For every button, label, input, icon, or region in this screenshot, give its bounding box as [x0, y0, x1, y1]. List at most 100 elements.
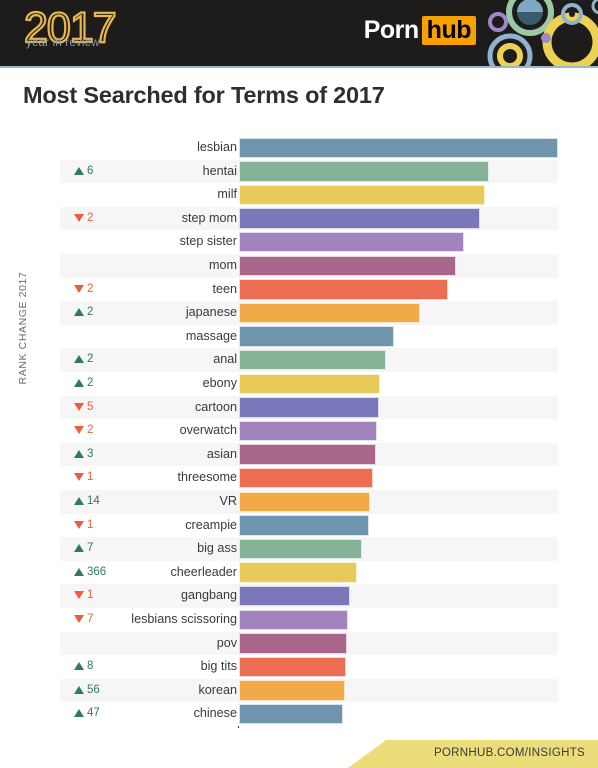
- rank-change-up-indicator: 14: [74, 494, 100, 509]
- rank-change-value: 47: [87, 707, 100, 720]
- table-row: mom: [60, 254, 558, 278]
- triangle-down-icon: [74, 402, 84, 411]
- rank-change-value: 3: [87, 447, 94, 460]
- bar: [239, 161, 489, 182]
- bar: [239, 538, 363, 560]
- triangle-down-icon: [74, 615, 84, 623]
- triangle-up-icon: [74, 709, 84, 718]
- rank-change-value: 366: [87, 565, 107, 578]
- rank-change-value: 56: [87, 683, 100, 696]
- search-term-label: step sister: [179, 234, 237, 249]
- rank-change-value: 14: [87, 495, 100, 507]
- triangle-down-icon: [74, 591, 84, 600]
- year-in-review-logo: 2017: [23, 4, 118, 53]
- page-title: Most Searched for Terms of 2017: [23, 82, 385, 108]
- bar: [239, 420, 378, 442]
- table-row: massage: [60, 324, 558, 349]
- rank-change-value: 1: [87, 589, 94, 602]
- search-term-label: hentai: [202, 163, 237, 178]
- rank-change-value: 8: [87, 660, 94, 673]
- bar: [239, 703, 344, 725]
- bar-chart: RANK CHANGE 2017 lesbian 6 hentai milf 2 step…: [0, 136, 598, 728]
- bar: [239, 444, 376, 465]
- rank-change-down-indicator: 1: [74, 518, 93, 533]
- search-term-label: korean: [198, 682, 237, 697]
- rank-change-down-indicator: 2: [74, 423, 93, 438]
- table-row: 47 chinese: [60, 702, 558, 726]
- triangle-up-icon: [74, 662, 84, 671]
- triangle-up-icon: [74, 685, 84, 694]
- search-term-label: japanese: [185, 305, 237, 320]
- triangle-up-icon: [74, 166, 84, 175]
- table-row: step sister: [60, 230, 558, 254]
- search-term-label: VR: [219, 494, 238, 508]
- rank-change-up-indicator: 366: [74, 565, 106, 580]
- search-term-label: big tits: [200, 659, 237, 674]
- rank-change-value: 2: [87, 353, 94, 366]
- triangle-down-icon: [74, 213, 84, 222]
- table-row: 14 VR: [60, 490, 558, 514]
- triangle-up-icon: [74, 308, 84, 317]
- search-term-label: creampie: [185, 517, 237, 532]
- table-row: 7 lesbians scissoring: [60, 608, 558, 632]
- table-row: 8 big tits: [60, 655, 558, 679]
- table-row: lesbian: [60, 136, 558, 160]
- search-term-label: milf: [217, 187, 237, 202]
- table-row: 56 korean: [60, 678, 558, 703]
- table-row: 7 big ass: [60, 537, 558, 561]
- table-row: pov: [60, 631, 558, 656]
- footer-url: PORNHUB.COM/INSIGHTS: [433, 747, 585, 759]
- rank-change-value: 2: [87, 282, 94, 295]
- bar: [239, 255, 456, 276]
- triangle-up-icon: [74, 497, 84, 505]
- bar: [239, 279, 448, 300]
- triangle-down-icon: [74, 520, 84, 529]
- bar: [239, 349, 387, 371]
- bar: [239, 633, 348, 654]
- rank-change-down-indicator: 1: [74, 588, 93, 603]
- bar: [239, 609, 349, 630]
- table-row: 1 creampie: [60, 513, 558, 538]
- table-row: 2 anal: [60, 348, 558, 372]
- logo-tagline: year in review: [26, 37, 100, 49]
- rank-change-up-indicator: 3: [74, 447, 93, 462]
- triangle-up-icon: [74, 449, 84, 458]
- triangle-down-icon: [74, 473, 84, 482]
- table-row: milf: [60, 183, 558, 207]
- triangle-up-icon: [74, 544, 84, 553]
- table-row: 2 overwatch: [60, 419, 558, 443]
- rank-change-down-indicator: 2: [74, 211, 93, 226]
- bar: [239, 491, 371, 512]
- page-footer: PORNHUB.COM/INSIGHTS: [0, 740, 598, 768]
- rank-change-up-indicator: 2: [74, 376, 93, 391]
- table-row: 5 cartoon: [60, 395, 558, 420]
- rank-change-up-indicator: 8: [74, 659, 93, 674]
- rank-change-value: 7: [87, 542, 94, 555]
- bar: [239, 467, 374, 489]
- bar: [239, 231, 464, 253]
- bar: [239, 373, 381, 394]
- search-term-label: overwatch: [179, 423, 237, 438]
- search-term-label: massage: [185, 328, 237, 343]
- search-term-label: big ass: [197, 541, 237, 556]
- search-term-label: pov: [216, 635, 237, 650]
- bar: [239, 137, 558, 158]
- triangle-up-icon: [74, 567, 84, 576]
- table-row: 2 step mom: [60, 206, 558, 231]
- rank-change-value: 1: [87, 471, 94, 484]
- rank-change-up-indicator: 56: [74, 683, 100, 698]
- table-row: 6 hentai: [60, 159, 558, 184]
- rank-change-value: 2: [87, 211, 94, 224]
- brand-name-second: hub: [421, 16, 476, 45]
- rank-change-up-indicator: 6: [74, 164, 93, 179]
- axis-title-rank-change: RANK CHANGE 2017: [17, 271, 29, 385]
- triangle-down-icon: [74, 284, 84, 293]
- bar: [239, 397, 380, 418]
- bar: [239, 656, 347, 678]
- search-term-label: lesbians scissoring: [131, 612, 237, 626]
- rank-change-value: 6: [87, 164, 94, 177]
- pornhub-logo: Porn hub: [364, 16, 476, 45]
- search-term-label: step mom: [181, 210, 237, 225]
- search-term-label: mom: [209, 258, 237, 272]
- bar: [239, 184, 485, 206]
